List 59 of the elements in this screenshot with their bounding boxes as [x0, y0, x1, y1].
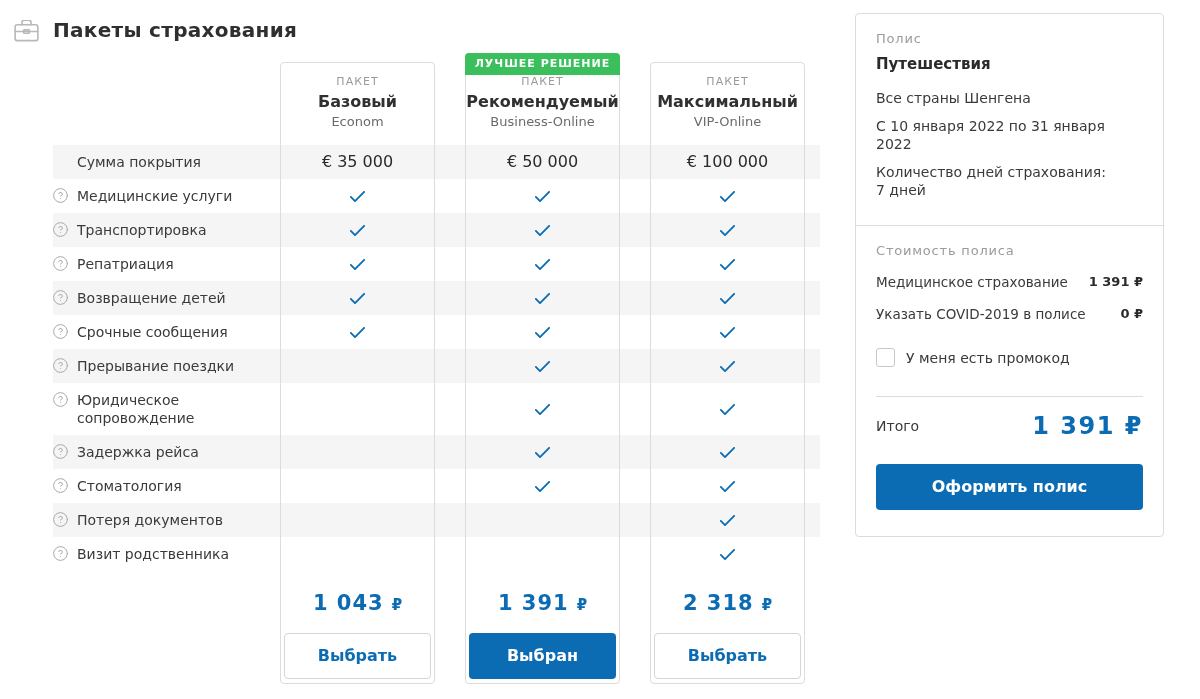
- cost-label: Указать COVID-2019 в полисе: [876, 305, 1086, 324]
- feature-label: Возвращение детей: [77, 289, 227, 307]
- plan-price: 2 318 ₽: [682, 590, 773, 617]
- plan-name: Рекомендуемый: [466, 91, 619, 112]
- help-icon[interactable]: [53, 358, 68, 373]
- checkbox-label: У меня есть промокод: [906, 348, 1070, 367]
- plan-overline: ПАКЕТ: [706, 75, 749, 89]
- feature-label: Медицинские услуги: [77, 187, 234, 205]
- feature-label: Визит родственника: [77, 545, 231, 563]
- help-icon[interactable]: [53, 478, 68, 493]
- feature-label: Потеря документов: [77, 511, 224, 529]
- help-icon[interactable]: [53, 444, 68, 459]
- feature-label: Репатриация: [77, 255, 175, 273]
- feature-label: Прерывание поездки: [77, 357, 236, 375]
- plan-subtitle: Econom: [331, 113, 384, 131]
- coverage-amount: € 50 000: [506, 152, 579, 172]
- cost-heading: Стоимость полиса: [876, 243, 1016, 259]
- plan-overline: ПАКЕТ: [336, 75, 379, 89]
- select-plan-button[interactable]: Выбрать: [284, 633, 431, 679]
- plan-price: 1 391 ₽: [497, 590, 588, 617]
- cost-label: Медицинское страхование: [876, 273, 1068, 292]
- help-icon[interactable]: [53, 546, 68, 561]
- plan-name: Базовый: [317, 91, 398, 112]
- briefcase-icon: [14, 19, 39, 42]
- feature-label: Юридическое сопровождение: [77, 391, 196, 427]
- total-label: Итого: [876, 417, 920, 435]
- coverage-amount: € 35 000: [321, 152, 394, 172]
- promo-checkbox[interactable]: [876, 348, 895, 367]
- total-amount: 1 391 ₽: [1032, 411, 1143, 441]
- cost-amount: 1 391 ₽: [1088, 273, 1143, 291]
- policy-title: Путешествия: [876, 54, 992, 74]
- feature-label: Транспортировка: [77, 221, 208, 239]
- help-icon[interactable]: [53, 324, 68, 339]
- policy-detail: Количество дней страхования: 7 дней: [876, 163, 1107, 199]
- plan-overline: ПАКЕТ: [521, 75, 564, 89]
- cost-amount: 0 ₽: [1120, 305, 1143, 323]
- plan-subtitle: Business-Online: [490, 113, 595, 131]
- feature-label: Задержка рейса: [77, 443, 200, 461]
- policy-detail: С 10 января 2022 по 31 января 2022: [876, 117, 1106, 153]
- coverage-amount: € 100 000: [686, 152, 769, 172]
- policy-detail: Все страны Шенгена: [876, 89, 1032, 107]
- issue-policy-button[interactable]: Оформить полис: [876, 464, 1143, 510]
- plan-price: 1 043 ₽: [312, 590, 403, 617]
- help-icon[interactable]: [53, 392, 68, 407]
- help-icon[interactable]: [53, 256, 68, 271]
- best-choice-badge: ЛУЧШЕЕ РЕШЕНИЕ: [465, 53, 620, 75]
- help-icon[interactable]: [53, 188, 68, 203]
- feature-label: Стоматология: [77, 477, 183, 495]
- help-icon[interactable]: [53, 512, 68, 527]
- plan-name: Максимальный: [657, 91, 798, 112]
- coverage-label: Сумма покрытия: [77, 153, 201, 171]
- policy-overline: Полис: [876, 31, 923, 47]
- help-icon[interactable]: [53, 222, 68, 237]
- select-plan-button[interactable]: Выбрать: [654, 633, 801, 679]
- help-icon[interactable]: [53, 290, 68, 305]
- feature-label: Срочные сообщения: [77, 323, 229, 341]
- select-plan-button[interactable]: Выбран: [469, 633, 616, 679]
- page-title: Пакеты страхования: [53, 18, 298, 43]
- plan-subtitle: VIP-Online: [693, 113, 762, 131]
